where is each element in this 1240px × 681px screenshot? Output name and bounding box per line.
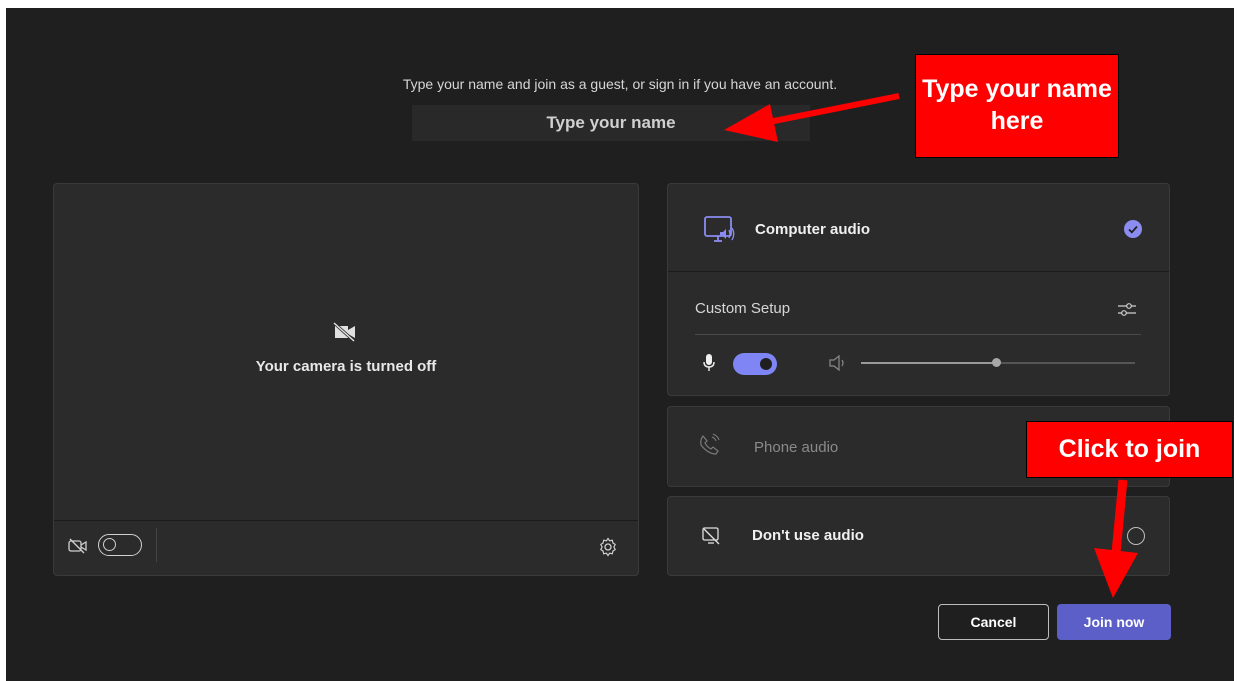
name-arrow <box>724 93 900 142</box>
annotation-arrows <box>724 93 1138 598</box>
join-arrow <box>1094 479 1138 598</box>
teams-prejoin-screen: Type your name and join as a guest, or s… <box>6 8 1234 681</box>
